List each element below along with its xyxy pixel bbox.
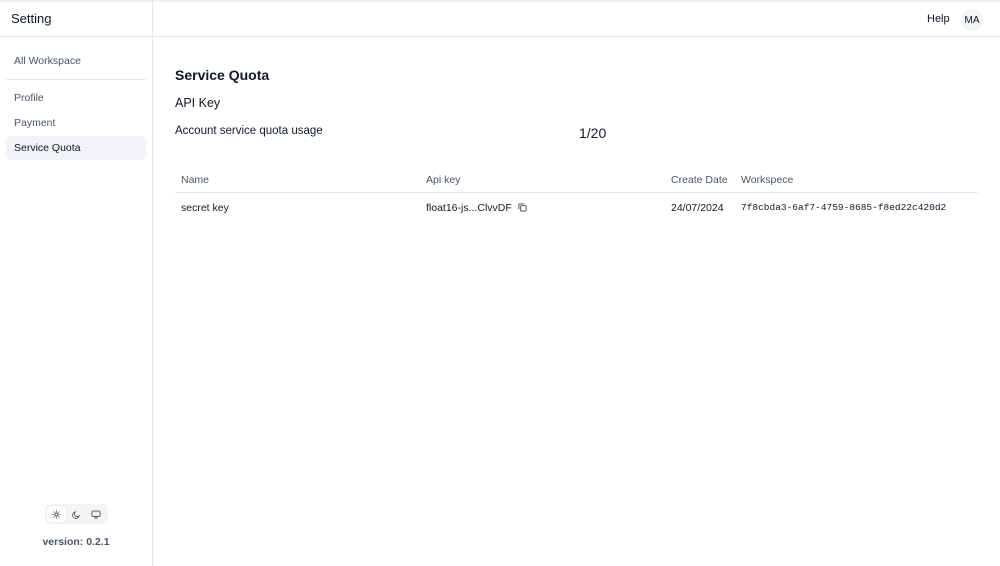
version-label: version: 0.2.1 [42,536,110,548]
column-header-name: Name [175,168,420,193]
app-title: Setting [11,11,52,26]
sidebar-item-all-workspace[interactable]: All Workspace [6,49,146,73]
theme-switch [45,504,108,524]
help-link[interactable]: Help [927,13,950,25]
theme-dark-button[interactable] [67,506,86,522]
page-title: Service Quota [175,67,270,83]
table-header-row: Name Api key Create Date Workspece [175,168,978,193]
copy-icon [518,203,527,212]
theme-light-button[interactable] [47,506,66,522]
sidebar-item-profile[interactable]: Profile [6,86,146,110]
section-title: API Key [175,96,221,110]
api-key-value: float16-js...ClvvDF [426,201,512,214]
cell-workspace: 7f8cbda3-6af7-4759-8685-f8ed22c420d2 [741,202,947,213]
sidebar-separator [6,79,146,80]
cell-name: secret key [181,201,229,214]
copy-api-key-button[interactable] [518,203,527,212]
column-header-api-key: Api key [420,168,665,193]
column-header-create-date: Create Date [665,168,735,193]
sidebar: All Workspace Profile Payment Service Qu… [0,37,152,566]
column-header-workspace: Workspece [735,168,978,193]
moon-icon [71,510,80,519]
quota-usage-value: 1/20 [579,125,607,141]
avatar[interactable]: MA [961,9,983,31]
sun-icon [52,509,61,519]
api-key-table: Name Api key Create Date Workspece secre… [175,168,978,222]
cell-api-key: float16-js...ClvvDF [420,193,665,223]
main-content: Service Quota API Key Account service qu… [153,37,1000,566]
sidebar-item-service-quota[interactable]: Service Quota [6,136,146,160]
top-bar: Setting Help MA [0,0,1000,37]
sidebar-item-payment[interactable]: Payment [6,111,146,135]
cell-create-date: 24/07/2024 [671,201,724,214]
monitor-icon [91,510,101,519]
theme-system-button[interactable] [86,506,105,522]
quota-usage-label: Account service quota usage [175,125,323,137]
table-row: secret key float16-js...ClvvDF 24/07/202… [175,193,978,223]
